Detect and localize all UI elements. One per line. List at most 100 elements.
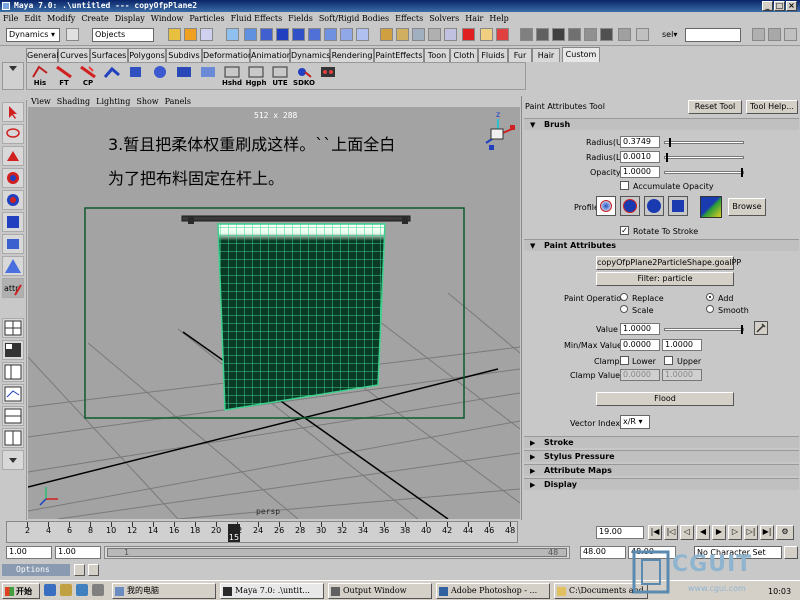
dynamics-mask-icon[interactable]	[308, 28, 321, 41]
rotate-to-stroke-checkbox[interactable]: ✓	[620, 226, 629, 235]
sliders-icon[interactable]	[636, 28, 649, 41]
lasso-tool-icon[interactable]	[2, 124, 24, 144]
snap-grid-icon[interactable]	[380, 28, 393, 41]
shelf-button-ik[interactable]	[101, 65, 123, 89]
close-button[interactable]: ×	[786, 1, 797, 11]
layout-persp-outliner-icon[interactable]	[2, 362, 24, 382]
menu-edit[interactable]: Edit	[21, 12, 44, 25]
animation-start-field[interactable]: 1.00	[6, 546, 52, 559]
show-tool-settings-icon[interactable]	[784, 28, 797, 41]
layout-single-icon[interactable]	[2, 318, 24, 338]
quicklaunch-explorer-icon[interactable]	[76, 584, 88, 596]
quicklaunch-media-icon[interactable]	[92, 584, 104, 596]
menu-modify[interactable]: Modify	[44, 12, 78, 25]
move-tool-icon[interactable]	[2, 168, 24, 188]
paint-select-tool-icon[interactable]	[2, 146, 24, 166]
tab-rendering[interactable]: Rendering	[330, 48, 374, 62]
hypershade-toolbar-icon[interactable]	[618, 28, 631, 41]
op-replace-radio[interactable]	[620, 293, 628, 301]
deformation-mask-icon[interactable]	[292, 28, 305, 41]
tab-polygons[interactable]: Polygons	[128, 48, 166, 62]
selection-mode-field[interactable]: Objects	[92, 28, 154, 42]
misc-mask-icon[interactable]	[340, 28, 353, 41]
max-value-field[interactable]: 1.0000	[662, 339, 702, 351]
current-time-field[interactable]: 19.00	[596, 526, 644, 539]
value-slider-handle[interactable]	[741, 325, 743, 334]
layout-persp-graph-icon[interactable]	[2, 384, 24, 404]
play-backward-icon[interactable]: ◀	[696, 525, 710, 540]
browse-button[interactable]: Browse	[728, 198, 766, 216]
shelf-menu-arrows[interactable]	[2, 62, 24, 90]
taskbar-item-maya[interactable]: Maya 7.0: .\untit...	[220, 583, 324, 599]
opacity-slider-handle[interactable]	[741, 168, 743, 177]
profile-gaussian-icon[interactable]	[596, 196, 616, 216]
snap-point-icon[interactable]	[412, 28, 425, 41]
opacity-slider[interactable]	[664, 168, 744, 177]
menu-fluid-effects[interactable]: Fluid Effects	[228, 12, 286, 25]
menu-particles[interactable]: Particles	[186, 12, 227, 25]
tab-dynamics[interactable]: Dynamics	[290, 48, 330, 62]
min-value-field[interactable]: 0.0000	[620, 339, 660, 351]
menu-set-dropdown[interactable]: Dynamics ▾	[6, 28, 60, 42]
handle-mask-icon[interactable]	[226, 28, 239, 41]
go-to-start-icon[interactable]: |◀	[648, 525, 662, 540]
profile-square-icon[interactable]	[668, 196, 688, 216]
step-back-frame-icon[interactable]: ◁	[680, 525, 694, 540]
menu-file[interactable]: File	[0, 12, 21, 25]
profile-solid-icon[interactable]	[644, 196, 664, 216]
surface-mask-icon[interactable]	[276, 28, 289, 41]
clamp-upper-checkbox[interactable]	[664, 356, 673, 365]
paint-attributes-section-header[interactable]: ▼ Paint Attributes	[524, 239, 799, 251]
tab-cloth[interactable]: Cloth	[450, 48, 478, 62]
stroke-section-header[interactable]: ▶ Stroke	[524, 436, 799, 448]
tab-deformation[interactable]: Deformation	[202, 48, 253, 62]
rotate-tool-icon[interactable]	[2, 190, 24, 210]
cmd-close-button[interactable]	[88, 564, 99, 576]
render-globals-icon[interactable]	[568, 28, 581, 41]
range-slider[interactable]: 1 48	[104, 546, 570, 559]
shelf-button-ute[interactable]: UTE	[269, 65, 291, 89]
minimize-button[interactable]: _	[762, 1, 773, 11]
brush-section-header[interactable]: ▼ Brush	[524, 118, 799, 130]
taskbar-item-my-computer[interactable]: 我的电脑	[112, 583, 216, 599]
animation-preferences-icon[interactable]: ⚙	[776, 525, 794, 540]
value-field[interactable]: 1.0000	[620, 323, 660, 335]
op-add-radio[interactable]	[706, 293, 714, 301]
layout-four-icon[interactable]	[2, 340, 24, 360]
snap-curve-icon[interactable]	[396, 28, 409, 41]
tab-painteffects[interactable]: PaintEffects	[374, 48, 424, 62]
panel-menu-show[interactable]: Show	[133, 97, 161, 106]
clamp-lower-checkbox[interactable]	[620, 356, 629, 365]
cmd-minimize-button[interactable]	[74, 564, 85, 576]
shelf-button-his[interactable]: His	[29, 65, 51, 89]
select-object-icon[interactable]	[184, 28, 197, 41]
new-scene-icon[interactable]	[66, 28, 79, 41]
quicklaunch-desktop-icon[interactable]	[60, 584, 72, 596]
menu-hair[interactable]: Hair	[462, 12, 486, 25]
shelf-button-sdko[interactable]: SDKO	[293, 65, 315, 89]
construction-history-icon[interactable]	[462, 28, 475, 41]
shelf-button-combine[interactable]	[173, 65, 195, 89]
clapper-icon[interactable]	[584, 28, 597, 41]
show-attribute-editor-icon[interactable]	[752, 28, 765, 41]
menu-fields[interactable]: Fields	[285, 12, 316, 25]
tab-hair[interactable]: Hair	[532, 48, 560, 62]
radius-l-slider-handle[interactable]	[666, 153, 668, 162]
maximize-button[interactable]: □	[774, 1, 785, 11]
tab-general[interactable]: General	[26, 48, 59, 62]
taskbar-item-photoshop[interactable]: Adobe Photoshop - ...	[436, 583, 550, 599]
shelf-button-hshd[interactable]: Hshd	[221, 65, 243, 89]
soft-mod-tool-icon[interactable]	[2, 256, 24, 276]
radius-u-field[interactable]: 0.3749	[620, 136, 660, 148]
select-tool-icon[interactable]	[2, 102, 24, 122]
shelf-button-cp[interactable]: CP	[77, 65, 99, 89]
op-scale-radio[interactable]	[620, 305, 628, 313]
universal-manip-icon[interactable]	[2, 234, 24, 254]
input-ops-icon[interactable]	[480, 28, 493, 41]
shelf-button-mesh[interactable]	[197, 65, 219, 89]
attribute-maps-section-header[interactable]: ▶ Attribute Maps	[524, 464, 799, 476]
tab-custom[interactable]: Custom	[562, 47, 600, 62]
tab-fur[interactable]: Fur	[508, 48, 532, 62]
profile-image-icon[interactable]	[700, 196, 722, 218]
film-clapper-icon[interactable]	[600, 28, 613, 41]
